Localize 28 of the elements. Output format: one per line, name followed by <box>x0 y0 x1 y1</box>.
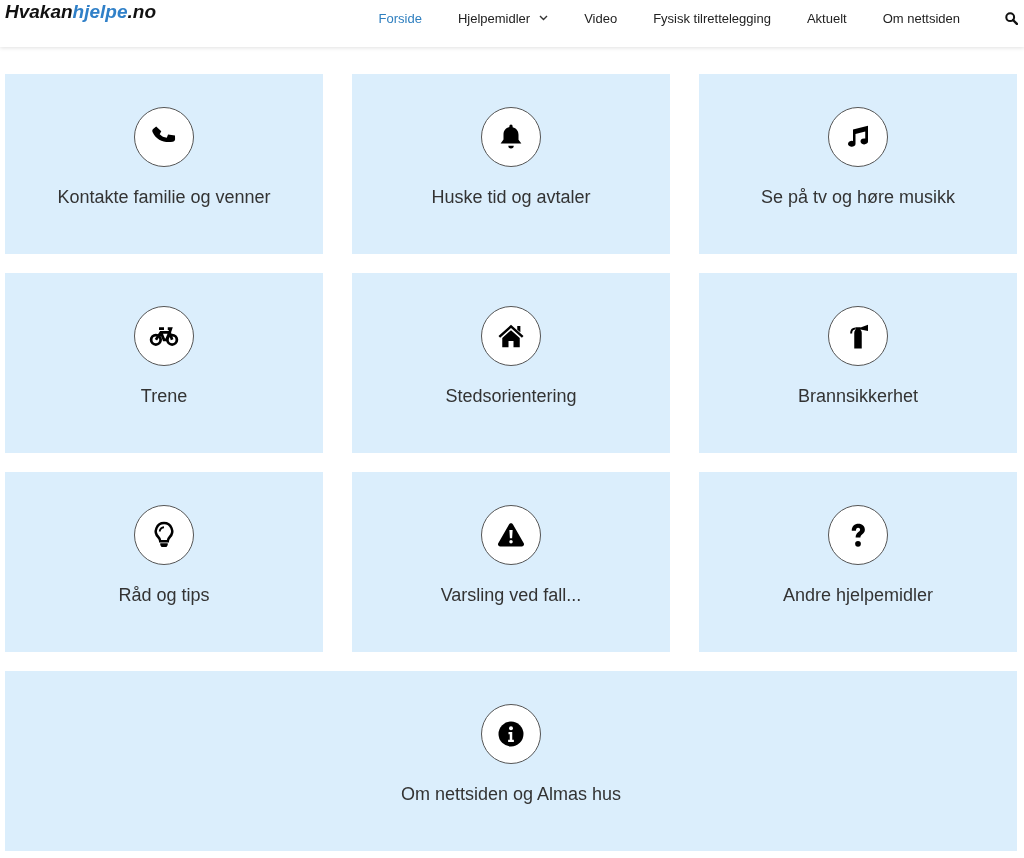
bell-icon <box>481 107 541 167</box>
category-tile[interactable]: Råd og tips <box>5 472 323 652</box>
nav-link[interactable]: Fysisk tilrettelegging <box>635 10 789 26</box>
nav-link[interactable]: Om nettsiden <box>864 10 978 26</box>
category-tile[interactable]: Om nettsiden og Almas hus <box>5 671 1017 851</box>
fire-extinguisher-icon <box>828 306 888 366</box>
category-tile[interactable]: Se på tv og høre musikk <box>699 74 1017 254</box>
question-mark-icon <box>828 505 888 565</box>
lightbulb-icon <box>134 505 194 565</box>
nav-link[interactable]: Aktuelt <box>788 10 865 26</box>
nav-link[interactable]: Hjelpemidler <box>439 10 567 26</box>
house-icon <box>481 306 541 366</box>
category-tile[interactable]: Kontakte familie og venner <box>5 74 323 254</box>
phone-icon <box>134 107 194 167</box>
music-note-icon <box>828 107 888 167</box>
nav-link[interactable]: Forside <box>360 10 440 26</box>
search-icon[interactable] <box>1005 12 1018 25</box>
nav-link[interactable]: Video <box>566 10 636 26</box>
category-tile[interactable]: Huske tid og avtaler <box>352 74 670 254</box>
category-tile[interactable]: Trene <box>5 273 323 453</box>
category-tile[interactable]: Andre hjelpemidler <box>699 472 1017 652</box>
category-tile[interactable]: Varsling ved fall... <box>352 472 670 652</box>
bicycle-icon <box>134 306 194 366</box>
warning-icon <box>481 505 541 565</box>
category-tile[interactable]: Brannsikkerhet <box>699 273 1017 453</box>
info-icon <box>481 704 541 764</box>
site-logo[interactable]: Hvakanhjelpe.no <box>5 1 156 23</box>
category-tile[interactable]: Stedsorientering <box>352 273 670 453</box>
